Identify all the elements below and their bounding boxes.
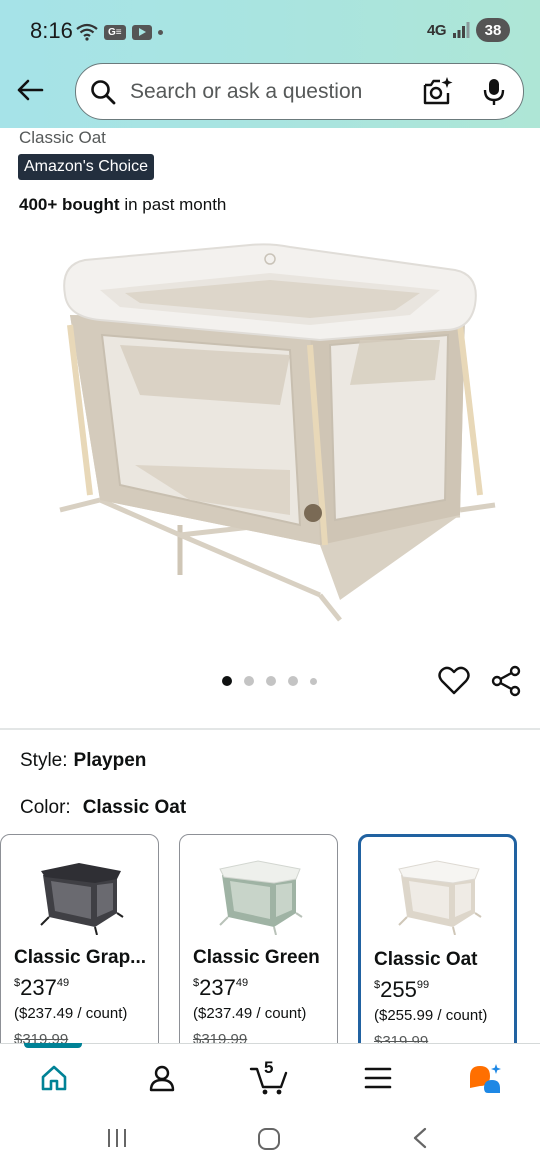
carousel-dot[interactable] xyxy=(266,676,276,686)
dot-icon xyxy=(157,29,163,35)
color-selector: Color: Classic Oat xyxy=(20,797,186,819)
battery-icon: 38 xyxy=(476,18,510,42)
carousel-dot[interactable] xyxy=(310,677,317,685)
variant-price: $25599 xyxy=(374,977,429,1003)
price-fraction: 49 xyxy=(235,977,249,989)
home-button-icon[interactable] xyxy=(257,1127,281,1151)
price-whole: 237 xyxy=(199,975,236,1000)
bottom-tab-bar: 5 xyxy=(0,1043,540,1111)
price-fraction: 49 xyxy=(56,977,70,989)
carousel-dot[interactable] xyxy=(222,676,232,686)
price-whole: 255 xyxy=(380,977,417,1002)
section-divider xyxy=(0,728,540,730)
tab-menu[interactable] xyxy=(358,1058,398,1098)
price-whole: 237 xyxy=(20,975,57,1000)
product-image[interactable] xyxy=(40,235,500,630)
status-time: 8:16 xyxy=(30,18,73,43)
home-icon xyxy=(41,1065,67,1091)
bought-count: 400+ bought in past month xyxy=(19,195,226,215)
wifi-icon xyxy=(76,23,98,41)
variant-card-oat[interactable]: Classic Oat $25599 ($255.99 / count) $31… xyxy=(358,834,517,1064)
color-value: Classic Oat xyxy=(82,797,187,818)
system-navigation-bar xyxy=(0,1111,540,1170)
tab-account[interactable] xyxy=(142,1058,182,1098)
youtube-icon xyxy=(131,24,152,40)
app-notification-icon: G≡ xyxy=(104,24,126,40)
back-arrow-icon xyxy=(17,79,44,101)
variant-thumbnail xyxy=(219,860,303,935)
camera-icon[interactable] xyxy=(422,76,454,106)
style-label: Style: xyxy=(20,750,68,771)
status-icons-right: 4G 38 xyxy=(427,18,510,42)
search-icon xyxy=(91,80,116,105)
signal-icon xyxy=(453,22,470,38)
rufus-icon xyxy=(470,1064,501,1093)
variant-unit-price: ($255.99 / count) xyxy=(374,1007,488,1024)
selected-variant-name: Classic Oat xyxy=(19,128,106,147)
tab-home[interactable] xyxy=(34,1058,74,1098)
back-button[interactable] xyxy=(10,72,50,108)
price-fraction: 99 xyxy=(416,979,430,991)
cart-count: 5 xyxy=(264,1058,274,1077)
image-carousel-dots[interactable] xyxy=(222,676,317,686)
tab-cart[interactable]: 5 xyxy=(246,1058,292,1098)
variant-unit-price: ($237.49 / count) xyxy=(193,1005,307,1022)
tab-rufus[interactable] xyxy=(466,1058,506,1098)
style-value: Playpen xyxy=(73,750,147,771)
status-bar: 8:16 G≡ 4G 38 xyxy=(0,0,540,62)
search-input[interactable]: Search or ask a question xyxy=(130,80,362,104)
microphone-icon[interactable] xyxy=(482,77,506,107)
variant-name: Classic Grap... xyxy=(14,947,147,968)
account-icon xyxy=(149,1065,175,1092)
variant-price: $23749 xyxy=(193,975,248,1001)
network-type: 4G xyxy=(426,21,447,39)
bought-count-rest: in past month xyxy=(119,195,227,214)
search-bar[interactable]: Search or ask a question xyxy=(75,63,524,120)
variant-card-green[interactable]: Classic Green $23749 ($237.49 / count) $… xyxy=(179,834,338,1064)
bought-count-bold: 400+ bought xyxy=(19,195,120,214)
variant-name: Classic Green xyxy=(193,947,320,968)
carousel-dot[interactable] xyxy=(288,676,298,686)
carousel-dot[interactable] xyxy=(244,676,254,686)
variant-price: $23749 xyxy=(14,975,69,1001)
amazons-choice-badge: Amazon's Choice xyxy=(18,154,154,180)
variant-thumbnail xyxy=(40,863,124,935)
menu-icon xyxy=(364,1067,392,1089)
share-icon[interactable] xyxy=(490,665,522,697)
recent-apps-icon[interactable] xyxy=(106,1127,128,1149)
color-label: Color: xyxy=(20,797,71,818)
status-icons-left: G≡ xyxy=(76,20,163,44)
variant-card-graphite[interactable]: Classic Grap... $23749 ($237.49 / count)… xyxy=(0,834,159,1064)
variant-name: Classic Oat xyxy=(374,949,478,970)
heart-icon[interactable] xyxy=(438,665,470,697)
variant-unit-price: ($237.49 / count) xyxy=(14,1005,128,1022)
style-selector: Style: Playpen xyxy=(20,750,146,772)
variant-thumbnail xyxy=(398,860,482,935)
system-back-icon[interactable] xyxy=(410,1127,430,1149)
header: 8:16 G≡ 4G 38 Search or ask a question xyxy=(0,0,540,128)
home-tab-indicator xyxy=(24,1043,82,1048)
